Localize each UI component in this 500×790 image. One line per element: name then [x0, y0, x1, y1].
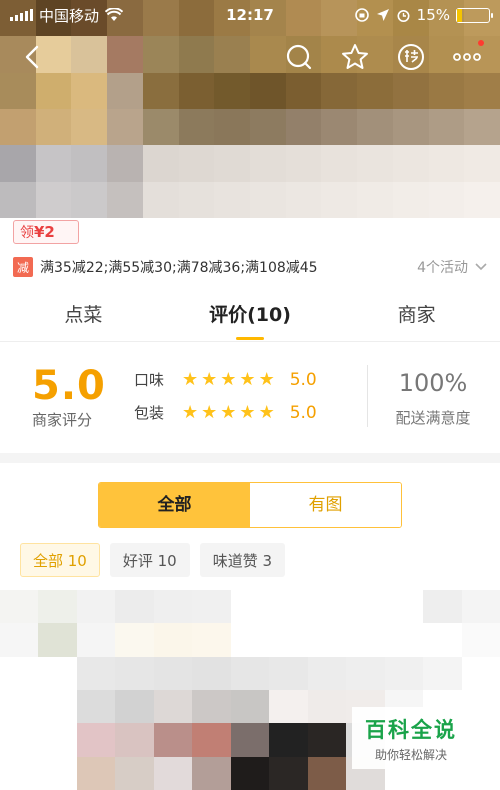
store-header-banner: 中国移动 12:17 15% [0, 0, 500, 218]
watermark-logo: 百科全说 助你轻松解决 [352, 707, 470, 769]
taste-rating-row: 口味 ★★★★★ 5.0 [134, 369, 317, 390]
review-segment-control: 全部 有图 [98, 482, 402, 528]
taste-stars: ★★★★★ [182, 369, 278, 390]
rating-summary: 5.0 商家评分 口味 ★★★★★ 5.0 包装 ★★★★★ 5.0 100% … [0, 343, 500, 453]
chip-tasty[interactable]: 味道赞 3 [199, 543, 286, 577]
chip-all[interactable]: 全部 10 [20, 543, 100, 577]
search-icon[interactable] [284, 42, 314, 72]
store-tabs: 点菜 评价(10) 商家 [0, 290, 500, 342]
activity-count[interactable]: 4个活动 [417, 257, 488, 277]
packaging-rating-row: 包装 ★★★★★ 5.0 [134, 402, 317, 423]
status-time: 12:17 [226, 6, 274, 24]
battery-icon [456, 7, 493, 23]
chip-positive[interactable]: 好评 10 [109, 543, 190, 577]
notification-dot [478, 40, 484, 46]
more-options-icon[interactable] [452, 40, 484, 72]
tab-reviews[interactable]: 评价(10) [167, 290, 334, 341]
section-separator [0, 453, 500, 463]
segment-all[interactable]: 全部 [99, 483, 250, 527]
delivery-satisfaction-label: 配送满意度 [395, 409, 471, 427]
segment-with-pictures[interactable]: 有图 [250, 483, 401, 527]
nav-bar [0, 34, 500, 80]
promotion-text: 满35减22;满55减30;满78减36;满108减45 [40, 260, 318, 276]
group-order-icon[interactable] [396, 42, 426, 72]
tab-menu[interactable]: 点菜 [0, 290, 167, 341]
chevron-down-icon [475, 263, 487, 271]
delivery-satisfaction-value: 100% [398, 369, 468, 397]
watermark-title: 百科全说 [365, 717, 457, 742]
discount-tag: 减 [13, 257, 33, 277]
packaging-label: 包装 [134, 404, 165, 422]
back-arrow-icon[interactable] [18, 42, 48, 72]
activity-count-label: 4个活动 [417, 260, 468, 276]
taste-label: 口味 [134, 371, 165, 389]
watermark-subtitle: 助你轻松解决 [374, 747, 447, 762]
coupon-prefix: 领 [20, 225, 34, 241]
overall-score-label: 商家评分 [32, 411, 93, 429]
taste-value: 5.0 [289, 369, 317, 390]
favorite-star-icon[interactable] [340, 42, 370, 72]
review-filter-chips: 全部 10 好评 10 味道赞 3 [20, 543, 286, 577]
packaging-value: 5.0 [289, 402, 317, 423]
tab-merchant[interactable]: 商家 [333, 290, 500, 341]
packaging-stars: ★★★★★ [182, 402, 278, 423]
overall-score: 5.0 [32, 363, 106, 409]
coupon-button[interactable]: 领 ¥2 [13, 220, 79, 244]
divider [367, 365, 368, 427]
promotion-row[interactable]: 减 满35减22;满55减30;满78减36;满108减45 4个活动 [13, 256, 488, 278]
coupon-amount: ¥2 [34, 223, 55, 241]
status-bar: 中国移动 12:17 15% [0, 0, 500, 30]
pixelated-store-image [0, 0, 500, 218]
